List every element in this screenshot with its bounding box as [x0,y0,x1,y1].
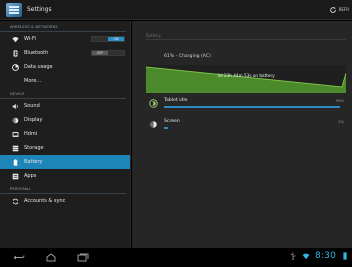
sidebar-item-apps[interactable]: Apps [0,169,130,183]
clock: 8:30 [314,251,336,261]
usage-bar-track [164,106,344,108]
sidebar-item-wifi[interactable]: Wi-Fi ON [0,32,130,46]
display-icon [12,117,19,124]
data-usage-icon [12,63,19,71]
sync-icon [12,198,19,205]
sidebar-item-battery[interactable]: Battery [0,155,130,169]
sidebar-item-label: Display [24,117,43,123]
sidebar-item-label: Sound [24,103,40,109]
section-header-device: DEVICE [0,88,126,99]
apps-icon [12,173,19,180]
header-divider [146,39,346,40]
tablet-idle-icon [149,99,158,108]
recent-apps-icon [77,253,89,262]
sidebar-item-bluetooth[interactable]: Bluetooth OFF [0,46,130,60]
battery-status-text: 61% - Charging (AC) [164,54,211,59]
refresh-action[interactable]: REFR [329,6,349,14]
hdmi-icon [12,131,19,138]
usage-name: Screen [164,119,180,124]
usage-bar-track [164,127,344,129]
sidebar-item-label: More... [24,78,42,84]
graph-duration-label: 3d 23h 44m 53s on battery [217,73,275,78]
back-icon [13,255,25,260]
battery-graph-chart [146,66,346,93]
storage-icon [12,145,19,152]
status-area[interactable]: 8:30 [289,251,349,261]
sidebar-item-label: Accounts & sync [24,198,66,204]
sidebar-item-label: Battery [24,159,43,165]
usage-row-screen[interactable]: Screen 2% [146,119,346,135]
usage-row-tablet-idle[interactable]: Tablet idle 98% [146,98,346,114]
usage-name: Tablet idle [164,98,188,103]
wifi-toggle-state: ON [108,37,124,41]
battery-history-graph[interactable]: 3d 23h 44m 53s on battery [146,65,346,93]
usage-percent: 98% [336,99,344,103]
sidebar-item-more[interactable]: More... [0,74,130,88]
wifi-status-icon [302,253,310,260]
action-bar: Settings REFR [0,0,352,20]
battery-status-icon [343,252,347,260]
back-button[interactable] [12,253,26,263]
refresh-label: REFR [338,7,349,12]
section-header-personal: PERSONAL [0,183,126,194]
sidebar-item-data-usage[interactable]: Data usage [0,60,130,74]
sidebar-item-sound[interactable]: Sound [0,99,130,113]
sidebar-item-label: Apps [24,173,37,179]
section-header-wireless: WIRELESS & NETWORKS [0,21,126,32]
recent-apps-button[interactable] [76,253,90,263]
battery-icon [12,158,19,166]
settings-app-icon[interactable] [6,2,22,17]
system-bar: 8:30 [0,248,352,267]
bluetooth-toggle-state: OFF [92,51,108,55]
usb-icon [290,252,296,260]
usage-bar-fill [164,106,341,108]
sidebar-item-label: Wi-Fi [24,36,36,42]
home-button[interactable] [44,253,58,263]
sidebar-item-label: Data usage [24,64,53,70]
wifi-icon [12,36,19,43]
sidebar-item-label: Bluetooth [24,50,49,56]
sound-icon [12,103,19,110]
battery-graph-area [146,67,346,93]
home-icon [46,253,56,262]
bluetooth-icon [12,49,19,57]
usage-percent: 2% [338,120,344,124]
usage-bar-fill [164,127,168,129]
sidebar-item-hdmi[interactable]: Hdmi [0,127,130,141]
screen-brightness-icon [150,121,157,128]
battery-panel: Battery 61% - Charging (AC) 3d 23h 44m 5… [132,21,352,248]
settings-list: WIRELESS & NETWORKS Wi-Fi ON Bluetooth O… [0,21,131,248]
action-bar-title: Settings [27,6,52,13]
sidebar-item-storage[interactable]: Storage [0,141,130,155]
sidebar-item-label: Hdmi [24,131,38,137]
wifi-toggle[interactable]: ON [91,36,125,42]
sidebar-item-label: Storage [24,145,44,151]
bluetooth-toggle[interactable]: OFF [91,50,125,56]
sidebar-item-display[interactable]: Display [0,113,130,127]
battery-header: Battery [146,33,161,38]
refresh-icon [329,6,336,13]
sidebar-item-accounts-sync[interactable]: Accounts & sync [0,194,130,208]
